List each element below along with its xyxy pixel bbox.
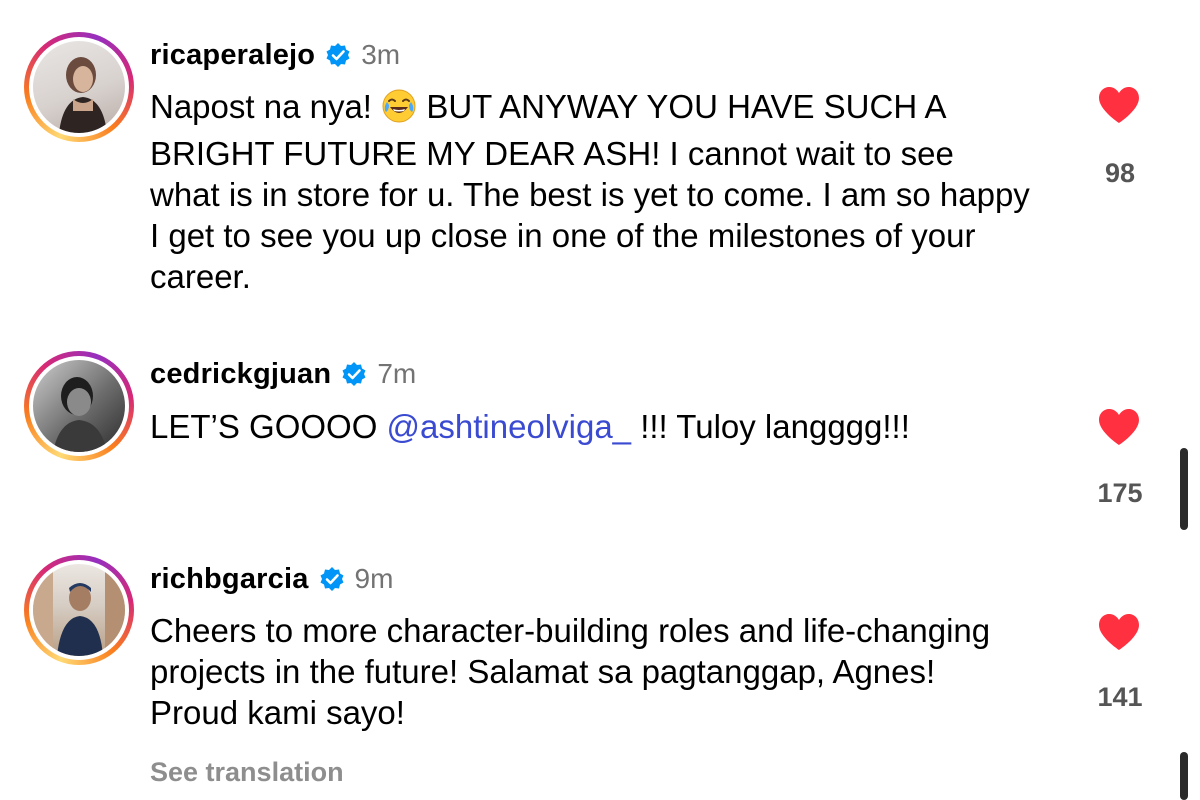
username[interactable]: richbgarcia — [150, 563, 309, 596]
comment-text-part: LET’S GOOOO — [150, 408, 387, 445]
comment-text: Napost na nya! BUT ANYWAY YOU HAVE SUCH … — [150, 86, 1030, 297]
comment-text: LET’S GOOOO @ashtineolviga_ !!! Tuloy la… — [150, 406, 1030, 447]
avatar-photo-icon — [33, 564, 125, 656]
comment-time: 7m — [377, 358, 417, 389]
like-count: 175 — [1097, 478, 1143, 508]
comment-time: 9m — [354, 563, 394, 594]
comment-time: 3m — [361, 39, 401, 70]
verified-badge-icon — [341, 361, 367, 387]
comment-text-part: Napost na nya! — [150, 88, 382, 125]
like-count: 141 — [1097, 682, 1143, 712]
heart-icon[interactable] — [1097, 85, 1141, 125]
avatar[interactable] — [24, 555, 134, 665]
see-translation-link[interactable]: See translation — [150, 757, 344, 788]
mention-link[interactable]: @ashtineolviga_ — [387, 408, 632, 445]
username[interactable]: ricaperalejo — [150, 39, 315, 72]
avatar-photo-icon — [33, 360, 125, 452]
heart-icon[interactable] — [1097, 407, 1141, 447]
comment-text-part: !!! Tuloy langggg!!! — [631, 408, 910, 445]
tears-of-joy-emoji-icon — [381, 88, 417, 133]
avatar-photo-icon — [33, 41, 125, 133]
avatar[interactable] — [24, 351, 134, 461]
verified-badge-icon — [319, 566, 345, 592]
username[interactable]: cedrickgjuan — [150, 358, 331, 391]
like-count: 98 — [1104, 158, 1136, 188]
heart-icon[interactable] — [1097, 612, 1141, 652]
verified-badge-icon — [325, 42, 351, 68]
scrollbar[interactable] — [1180, 448, 1188, 530]
comment-text: Cheers to more character-building roles … — [150, 612, 991, 731]
scrollbar-lower[interactable] — [1180, 752, 1188, 800]
avatar[interactable] — [24, 32, 134, 142]
